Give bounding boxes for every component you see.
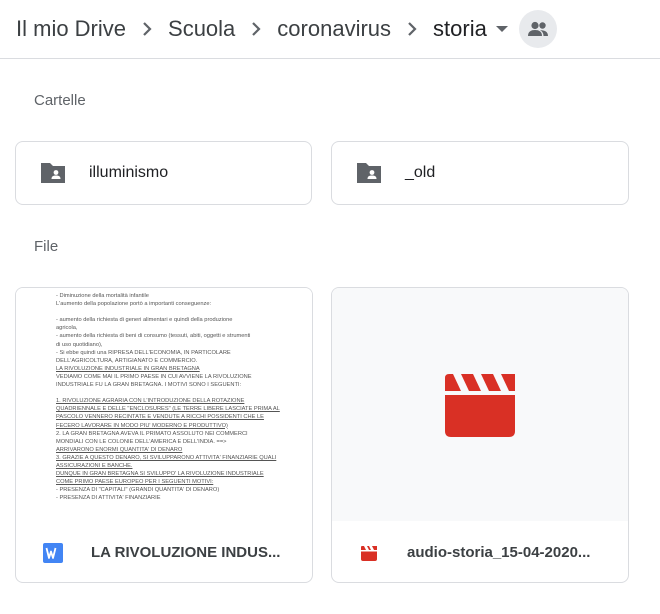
document-preview-line: ARRIVARONO ENORMI QUANTITA' DI DENARO bbox=[56, 446, 183, 453]
breadcrumb-my-drive[interactable]: Il mio Drive bbox=[16, 16, 126, 42]
file-name: LA RIVOLUZIONE INDUS... bbox=[91, 544, 281, 561]
chevron-right-icon bbox=[126, 0, 168, 58]
document-preview-line: COME PRIMO PAESE EUROPEO PER I SEGUENTI … bbox=[56, 479, 214, 486]
document-preview-line: agricola, bbox=[56, 325, 78, 332]
header-divider bbox=[0, 58, 660, 59]
document-preview-line: VEDIAMO COME MAI IL PRIMO PAESE IN CUI A… bbox=[56, 373, 252, 380]
document-preview-line: DUNQUE IN GRAN BRETAGNA SI SVILUPPO' LA … bbox=[56, 471, 264, 478]
video-thumbnail bbox=[332, 288, 628, 521]
folder-name: _old bbox=[405, 164, 436, 181]
video-file-icon bbox=[361, 545, 377, 561]
files-section-label: File bbox=[34, 238, 59, 255]
document-preview-line: - aumento della richiesta di beni di con… bbox=[56, 333, 251, 340]
document-preview-line bbox=[56, 308, 306, 316]
document-preview-line: LA RIVOLUZIONE INDUSTRIALE IN GRAN BRETA… bbox=[56, 365, 200, 372]
document-preview-line: MONDIALI CON LE COLONIE DELL'AMERICA E D… bbox=[56, 438, 227, 445]
document-preview-line: L'aumento della popolazione portò a impo… bbox=[56, 301, 212, 308]
document-preview-line: PASCOLO VENNERO RECINTATE E VENDUTE A RI… bbox=[56, 414, 264, 421]
video-clapperboard-icon bbox=[445, 373, 515, 437]
breadcrumb-storia[interactable]: storia bbox=[433, 16, 487, 42]
document-preview-line: - Si ebbe quindi una RIPRESA DELL'ECONOM… bbox=[56, 349, 231, 356]
breadcrumb-scuola[interactable]: Scuola bbox=[168, 16, 235, 42]
folder-name: illuminismo bbox=[89, 164, 169, 181]
file-name: audio-storia_15-04-2020... bbox=[407, 544, 591, 561]
people-icon[interactable] bbox=[518, 10, 557, 48]
document-preview: - Diminuzione della mortalità infantile L… bbox=[16, 288, 312, 521]
chevron-right-icon bbox=[235, 0, 277, 58]
folders-section-label: Cartelle bbox=[34, 92, 86, 109]
arrow-drop-down-icon[interactable] bbox=[487, 0, 517, 58]
chevron-right-icon bbox=[391, 0, 433, 58]
breadcrumb: Il mio Drive Scuola coronavirus storia bbox=[0, 0, 660, 58]
file-card-footer: audio-storia_15-04-2020... bbox=[332, 521, 628, 582]
document-preview-line: - aumento della richiesta di generi alim… bbox=[56, 317, 233, 324]
folder-illuminismo[interactable]: illuminismo bbox=[15, 141, 312, 205]
document-preview-line: QUADRIENNALE E DELLE "ENCLOSURES" (LE TE… bbox=[56, 406, 280, 413]
folder-old[interactable]: _old bbox=[331, 141, 629, 205]
word-doc-icon bbox=[43, 542, 63, 563]
document-preview-line: 2. LA GRAN BRETAGNA AVEVA IL PRIMATO ASS… bbox=[56, 430, 248, 437]
document-preview-line: 3. GRAZIE A QUESTO DENARO, SI SVILUPPARO… bbox=[56, 454, 277, 461]
breadcrumb-coronavirus[interactable]: coronavirus bbox=[277, 16, 391, 42]
document-preview-text: - Diminuzione della mortalità infantile L… bbox=[56, 292, 306, 502]
document-preview-line: - Diminuzione della mortalità infantile bbox=[56, 293, 149, 299]
file-card-footer: LA RIVOLUZIONE INDUS... bbox=[16, 521, 312, 582]
document-preview-line: - PRESENZA DI "CAPITALI" (GRANDI QUANTIT… bbox=[56, 487, 220, 494]
file-card-rivoluzione[interactable]: - Diminuzione della mortalità infantile L… bbox=[15, 287, 313, 583]
shared-folder-icon bbox=[41, 163, 65, 183]
shared-folder-icon bbox=[357, 163, 381, 183]
document-preview-line bbox=[56, 389, 306, 397]
file-card-audio-storia[interactable]: audio-storia_15-04-2020... bbox=[331, 287, 629, 583]
document-preview-line: - PRESENZA DI ATTIVITA' FINANZIARIE bbox=[56, 495, 161, 502]
document-preview-line: 1. RIVOLUZIONE AGRARIA CON L'INTRODUZION… bbox=[56, 398, 245, 405]
document-preview-line: FECERO LAVORARE IN MODO PIU' MODERNO E P… bbox=[56, 422, 228, 429]
document-preview-line: di uso quotidiano), bbox=[56, 341, 103, 348]
document-preview-line: INDUSTRIALE FU LA GRAN BRETAGNA. I MOTIV… bbox=[56, 382, 242, 389]
document-preview-line: ASSICURAZIONI E BANCHE. bbox=[56, 462, 133, 469]
document-preview-line: DELL'AGRICOLTURA, ARTIGIANATO E COMMERCI… bbox=[56, 357, 198, 364]
